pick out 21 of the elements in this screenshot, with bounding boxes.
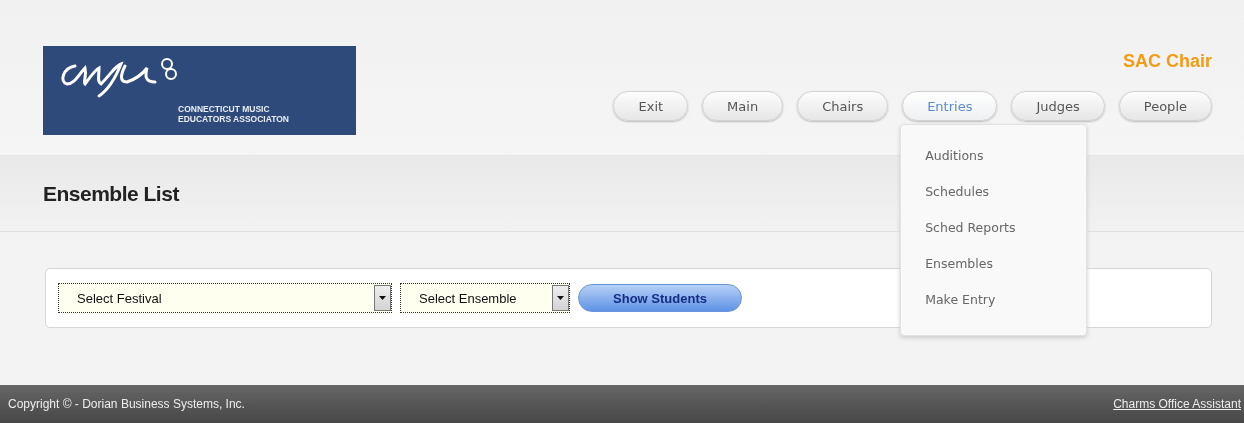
logo-text: CONNECTICUT MUSIC [178, 104, 271, 114]
caret-icon [379, 296, 386, 300]
copyright-text: Copyright © - Dorian Business Systems, Inc. [8, 397, 245, 411]
menu-item[interactable]: Schedules [925, 183, 990, 201]
show-students-button[interactable]: Show Students [578, 284, 742, 312]
nav-tab[interactable]: Chairs [797, 91, 889, 121]
logo-text: EDUCATORS ASSOCIATON [178, 114, 289, 124]
nav-tab[interactable]: Exit [613, 91, 689, 121]
menu-item[interactable]: Sched Reports [925, 219, 1016, 237]
ensemble-select[interactable]: Select Ensemble [400, 283, 570, 313]
nav-tab[interactable]: People [1118, 91, 1212, 121]
festival-select[interactable]: Select Festival [58, 283, 392, 313]
page-title: Ensemble List [43, 181, 179, 206]
menu-item[interactable]: Ensembles [925, 255, 993, 273]
footer-link[interactable]: Charms Office Assistant [1113, 397, 1241, 411]
caret-icon [557, 296, 564, 300]
user-role: SAC Chair [1123, 51, 1212, 72]
menu-item[interactable]: Auditions [925, 147, 984, 165]
menu-item[interactable]: Make Entry [925, 291, 996, 309]
nav-tab[interactable]: Main [702, 91, 784, 121]
nav-tab[interactable]: Judges [1011, 91, 1105, 121]
